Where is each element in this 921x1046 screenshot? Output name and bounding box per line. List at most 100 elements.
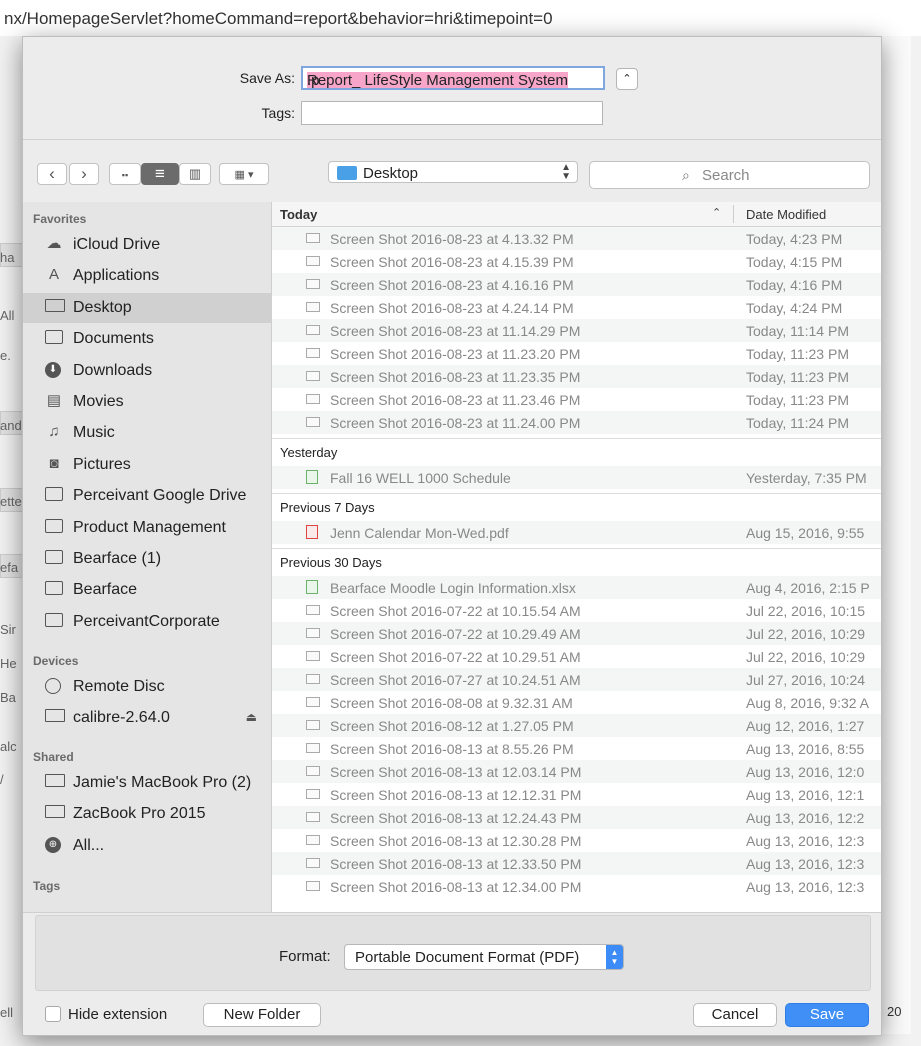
file-group-title: Previous 30 Days: [280, 555, 382, 570]
search-field[interactable]: ⌕ Search: [589, 161, 870, 189]
file-row[interactable]: Screen Shot 2016-07-22 at 10.15.54 AM Jul…: [272, 599, 881, 622]
sidebar-item-movies[interactable]: ▤ Movies: [23, 387, 271, 417]
file-row[interactable]: Screen Shot 2016-08-13 at 8.55.26 PM Aug …: [272, 737, 881, 760]
cancel-button[interactable]: Cancel: [693, 1003, 777, 1027]
sidebar-section-header: Shared: [33, 750, 74, 764]
search-icon: ⌕: [682, 167, 690, 183]
bg-fragment: efa: [0, 560, 19, 575]
drive-icon: [45, 709, 65, 723]
bg-fragment: e.: [0, 348, 11, 363]
sidebar-item-calibre-2-64-0[interactable]: calibre-2.64.0 ⏏: [23, 703, 271, 733]
image-file-icon: [306, 835, 320, 845]
file-row[interactable]: Screen Shot 2016-08-12 at 1.27.05 PM Aug …: [272, 714, 881, 737]
hide-extension-checkbox[interactable]: [45, 1006, 61, 1022]
sidebar-item-label: PerceivantCorporate: [73, 612, 220, 630]
file-name: Screen Shot 2016-08-12 at 1.27.05 PM: [330, 718, 574, 734]
file-row[interactable]: Screen Shot 2016-08-13 at 12.03.14 PM Aug…: [272, 760, 881, 783]
file-row[interactable]: Screen Shot 2016-08-23 at 4.16.16 PM Toda…: [272, 273, 881, 296]
file-name: Screen Shot 2016-08-23 at 4.15.39 PM: [330, 254, 574, 270]
browser-url-text: nx/HomepageServlet?homeCommand=report&be…: [4, 9, 553, 28]
sidebar-item-product-management[interactable]: Product Management: [23, 513, 271, 543]
sidebar-item-perceivant-google-drive[interactable]: Perceivant Google Drive: [23, 481, 271, 511]
image-file-icon: [306, 812, 320, 822]
file-row[interactable]: Fall 16 WELL 1000 Schedule Yesterday, 7:3…: [272, 466, 881, 489]
file-row[interactable]: Screen Shot 2016-08-23 at 4.15.39 PM Toda…: [272, 250, 881, 273]
sidebar-item-perceivantcorporate[interactable]: PerceivantCorporate: [23, 607, 271, 637]
date-modified-column-header[interactable]: Date Modified: [746, 207, 826, 222]
sidebar-item-applications[interactable]: A Applications: [23, 261, 271, 291]
sidebar-item-bearface-1[interactable]: Bearface (1): [23, 544, 271, 574]
sidebar-item-pictures[interactable]: ◙ Pictures: [23, 450, 271, 480]
file-date-modified: Today, 11:23 PM: [746, 346, 849, 362]
file-row[interactable]: Screen Shot 2016-08-23 at 11.23.20 PM Tod…: [272, 342, 881, 365]
sidebar-item-documents[interactable]: Documents: [23, 324, 271, 354]
chevron-up-icon: ⌃: [622, 73, 632, 85]
sidebar-item-label: Music: [73, 424, 115, 442]
browser-address-bar[interactable]: nx/HomepageServlet?homeCommand=report&be…: [0, 0, 921, 37]
file-date-modified: Aug 13, 2016, 8:55: [746, 741, 865, 757]
save-button[interactable]: Save: [785, 1003, 869, 1027]
column-view-button[interactable]: ▥: [179, 163, 211, 185]
file-row[interactable]: Screen Shot 2016-08-23 at 4.24.14 PM Toda…: [272, 296, 881, 319]
disc-icon: [45, 678, 61, 694]
file-row[interactable]: Screen Shot 2016-08-23 at 11.24.00 PM Tod…: [272, 411, 881, 434]
bg-fragment: ha: [0, 250, 15, 265]
file-date-modified: Aug 13, 2016, 12:2: [746, 810, 865, 826]
file-row[interactable]: Screen Shot 2016-08-23 at 11.23.46 PM Tod…: [272, 388, 881, 411]
file-row[interactable]: Screen Shot 2016-08-23 at 4.13.32 PM Toda…: [272, 227, 881, 250]
list-view-button[interactable]: ≡: [141, 163, 179, 185]
sidebar-item-jamie-s-macbook-pro-2[interactable]: Jamie's MacBook Pro (2): [23, 768, 271, 798]
file-row[interactable]: Bearface Moodle Login Information.xlsx Au…: [272, 576, 881, 599]
forward-button[interactable]: ›: [69, 163, 99, 185]
spreadsheet-file-icon: [306, 470, 318, 484]
sidebar-item-label: calibre-2.64.0: [73, 709, 170, 727]
format-value: Portable Document Format (PDF): [355, 949, 580, 966]
file-row[interactable]: Screen Shot 2016-07-27 at 10.24.51 AM Jul…: [272, 668, 881, 691]
divider: [23, 139, 881, 140]
image-file-icon: [306, 256, 320, 266]
file-date-modified: Today, 4:24 PM: [746, 300, 843, 316]
grid-icon: ▪▪: [121, 170, 129, 180]
sidebar-item-bearface[interactable]: Bearface: [23, 575, 271, 605]
new-folder-button[interactable]: New Folder: [203, 1003, 321, 1027]
file-row[interactable]: Screen Shot 2016-08-08 at 9.32.31 AM Aug …: [272, 691, 881, 714]
sidebar-item-downloads[interactable]: ⬇ Downloads: [23, 356, 271, 386]
file-name: Screen Shot 2016-08-13 at 12.03.14 PM: [330, 764, 582, 780]
sidebar-item-icloud-drive[interactable]: ☁ iCloud Drive: [23, 230, 271, 260]
expand-dialog-button[interactable]: ⌃: [616, 68, 638, 90]
file-name: Screen Shot 2016-08-13 at 12.34.00 PM: [330, 879, 582, 895]
tags-field[interactable]: [301, 101, 603, 125]
file-name: Screen Shot 2016-07-22 at 10.15.54 AM: [330, 603, 581, 619]
back-button[interactable]: ‹: [37, 163, 67, 185]
name-column-header[interactable]: Today: [280, 207, 317, 222]
save-as-field[interactable]: Report_ LifeStyle Management System .p: [301, 66, 605, 90]
file-name: Screen Shot 2016-07-22 at 10.29.49 AM: [330, 626, 581, 642]
file-row[interactable]: Screen Shot 2016-08-13 at 12.30.28 PM Aug…: [272, 829, 881, 852]
file-row[interactable]: Screen Shot 2016-08-13 at 12.12.31 PM Aug…: [272, 783, 881, 806]
sidebar-item-desktop[interactable]: Desktop: [23, 292, 271, 323]
file-row[interactable]: Screen Shot 2016-08-13 at 12.34.00 PM Aug…: [272, 875, 881, 898]
file-row[interactable]: Screen Shot 2016-08-13 at 12.24.43 PM Aug…: [272, 806, 881, 829]
format-popup[interactable]: Portable Document Format (PDF) ▲ ▼: [344, 944, 624, 970]
sidebar-item-label: Remote Disc: [73, 678, 165, 695]
sidebar-item-remote-disc[interactable]: Remote Disc: [23, 672, 271, 702]
file-row[interactable]: Screen Shot 2016-08-13 at 12.33.50 PM Aug…: [272, 852, 881, 875]
sidebar-item-zacbook-pro-2015[interactable]: ZacBook Pro 2015: [23, 799, 271, 829]
sidebar-item-music[interactable]: ♫ Music: [23, 418, 271, 448]
sidebar-item-all[interactable]: ⊕ All...: [23, 831, 271, 861]
file-row[interactable]: Screen Shot 2016-07-22 at 10.29.51 AM Jul…: [272, 645, 881, 668]
location-popup[interactable]: Desktop ▲ ▼: [328, 161, 578, 183]
pictures-icon: ◙: [49, 454, 59, 472]
sidebar-item-label: Product Management: [73, 518, 226, 536]
file-date-modified: Today, 4:23 PM: [746, 231, 843, 247]
sidebar-item-label: Jamie's MacBook Pro (2): [73, 774, 252, 791]
file-row[interactable]: Screen Shot 2016-08-23 at 11.23.35 PM Tod…: [272, 365, 881, 388]
file-row[interactable]: Screen Shot 2016-07-22 at 10.29.49 AM Jul…: [272, 622, 881, 645]
file-date-modified: Aug 13, 2016, 12:1: [746, 787, 865, 803]
coverflow-view-button[interactable]: ▦ ▾: [219, 163, 269, 185]
file-row[interactable]: Screen Shot 2016-08-23 at 11.14.29 PM Tod…: [272, 319, 881, 342]
file-row[interactable]: Jenn Calendar Mon-Wed.pdf Aug 15, 2016, 9…: [272, 521, 881, 544]
eject-icon[interactable]: ⏏: [246, 710, 257, 724]
icon-view-button[interactable]: ▪▪: [109, 163, 141, 185]
location-text: Desktop: [363, 165, 419, 182]
